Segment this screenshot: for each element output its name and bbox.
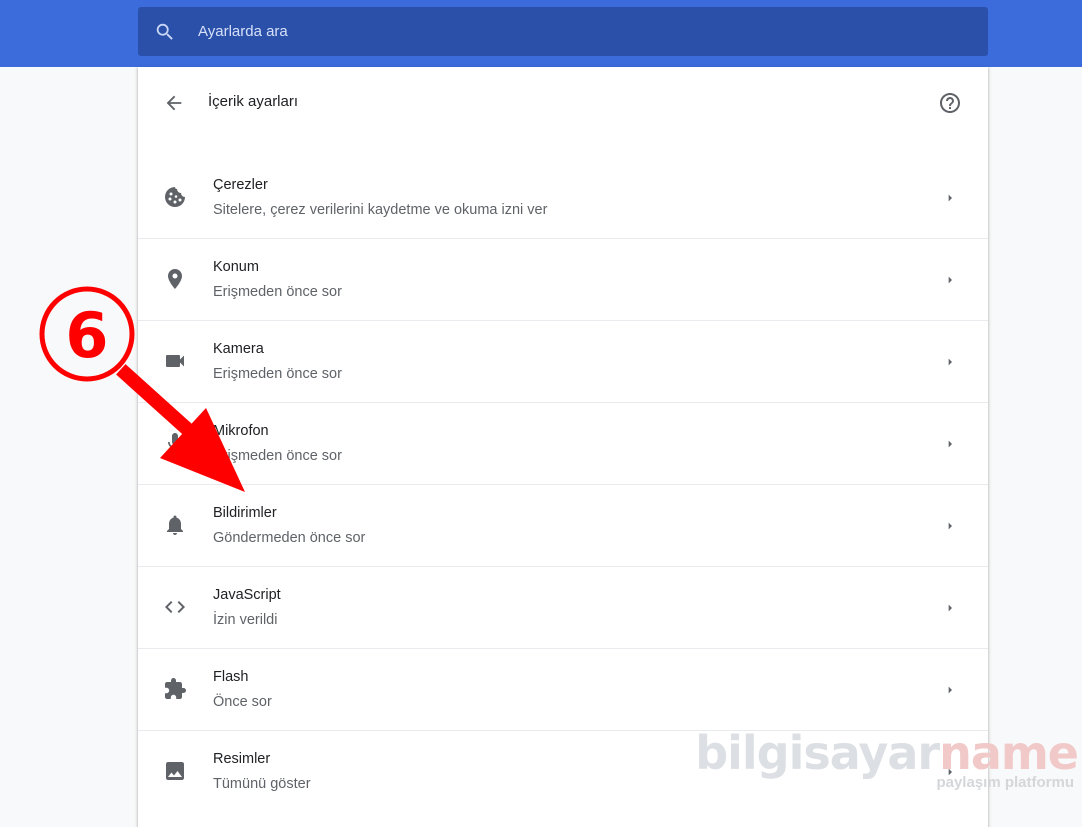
code-icon (163, 595, 187, 619)
location-pin-icon (163, 267, 187, 291)
content-settings-card: İçerik ayarları Çerezler Sitelere, çerez… (138, 67, 988, 827)
arrow-right-icon (942, 354, 958, 370)
settings-row-javascript[interactable]: JavaScript İzin verildi (138, 567, 988, 649)
row-subtitle: Tümünü göster (213, 776, 311, 792)
arrow-right-icon (942, 436, 958, 452)
cookie-icon (163, 185, 187, 209)
row-title: JavaScript (213, 587, 281, 603)
mic-icon (163, 431, 187, 455)
search-icon (154, 21, 176, 43)
page-title: İçerik ayarları (208, 93, 299, 110)
bell-icon (163, 513, 187, 537)
settings-row-camera[interactable]: Kamera Erişmeden önce sor (138, 321, 988, 403)
row-title: Flash (213, 669, 249, 685)
row-title: Konum (213, 259, 259, 275)
search-bar[interactable] (138, 7, 988, 56)
settings-row-cookies[interactable]: Çerezler Sitelere, çerez verilerini kayd… (138, 157, 988, 239)
row-title: Mikrofon (213, 423, 269, 439)
image-icon (163, 759, 187, 783)
arrow-right-icon (942, 764, 958, 780)
row-title: Kamera (213, 341, 264, 357)
settings-row-location[interactable]: Konum Erişmeden önce sor (138, 239, 988, 321)
arrow-right-icon (942, 190, 958, 206)
row-subtitle: Erişmeden önce sor (213, 284, 342, 300)
videocam-icon (163, 349, 187, 373)
row-subtitle: Önce sor (213, 694, 272, 710)
row-title: Çerezler (213, 177, 268, 193)
row-subtitle: İzin verildi (213, 612, 278, 628)
row-subtitle: Göndermeden önce sor (213, 530, 366, 546)
row-subtitle: Erişmeden önce sor (213, 448, 342, 464)
arrow-right-icon (942, 272, 958, 288)
puzzle-icon (163, 677, 187, 701)
step-number: 6 (65, 299, 108, 372)
arrow-right-icon (942, 600, 958, 616)
settings-row-images[interactable]: Resimler Tümünü göster (138, 731, 988, 812)
back-arrow-icon[interactable] (162, 91, 186, 115)
step-6-badge: 6 (39, 286, 135, 382)
settings-row-microphone[interactable]: Mikrofon Erişmeden önce sor (138, 403, 988, 485)
top-bar (0, 0, 1082, 67)
settings-row-flash[interactable]: Flash Önce sor (138, 649, 988, 731)
settings-header: İçerik ayarları (138, 67, 988, 137)
row-subtitle: Sitelere, çerez verilerini kaydetme ve o… (213, 202, 548, 218)
content-settings-list: Çerezler Sitelere, çerez verilerini kayd… (138, 157, 988, 812)
arrow-right-icon (942, 682, 958, 698)
row-title: Resimler (213, 751, 271, 767)
help-icon[interactable] (938, 91, 962, 115)
row-subtitle: Erişmeden önce sor (213, 366, 342, 382)
search-input[interactable] (196, 22, 900, 41)
settings-row-notifications[interactable]: Bildirimler Göndermeden önce sor (138, 485, 988, 567)
row-title: Bildirimler (213, 505, 277, 521)
arrow-right-icon (942, 518, 958, 534)
